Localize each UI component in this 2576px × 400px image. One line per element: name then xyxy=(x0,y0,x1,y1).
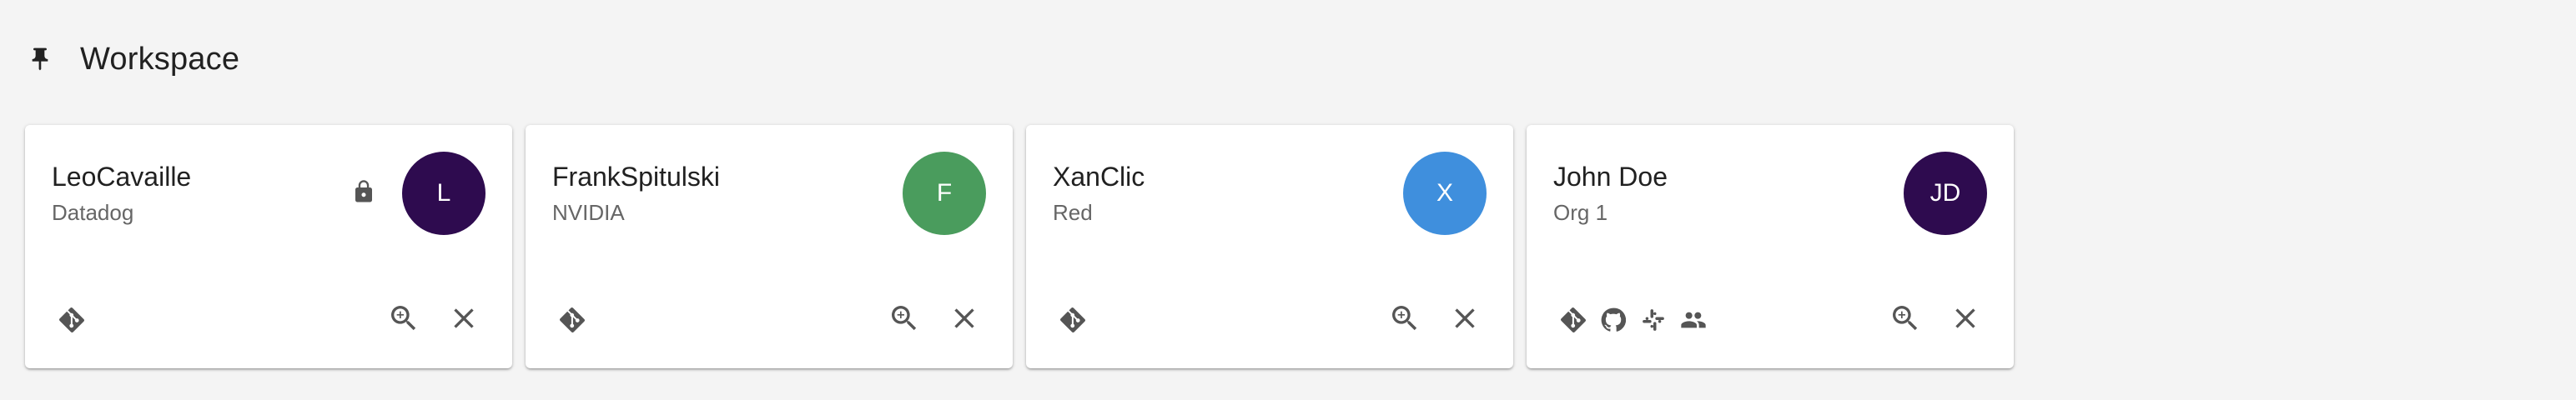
avatar: L xyxy=(402,152,486,235)
workspace-card: XanClic Red X xyxy=(1026,125,1513,368)
zoom-in-button[interactable] xyxy=(1386,300,1423,337)
workspace-card: John Doe Org 1 JD xyxy=(1527,125,2014,368)
card-actions xyxy=(1386,300,1483,337)
people-icon xyxy=(1680,307,1707,333)
card-name: XanClic xyxy=(1053,162,1145,192)
avatar: JD xyxy=(1904,152,1987,235)
close-button[interactable] xyxy=(1446,300,1483,337)
integration-icons xyxy=(58,307,85,333)
integration-icons xyxy=(1560,307,1707,333)
lock-icon xyxy=(350,178,377,205)
card-org: Org 1 xyxy=(1553,200,1608,225)
card-actions xyxy=(1887,300,1984,337)
avatar: X xyxy=(1403,152,1487,235)
close-button[interactable] xyxy=(946,300,983,337)
workspace-page: Workspace LeoCavaille Datadog L FrankSpi… xyxy=(0,0,2576,400)
git-icon xyxy=(559,307,586,333)
card-actions xyxy=(385,300,482,337)
zoom-in-button[interactable] xyxy=(385,300,422,337)
card-name: LeoCavaille xyxy=(52,162,192,192)
avatar: F xyxy=(903,152,986,235)
header: Workspace xyxy=(25,32,239,87)
avatar-initials: F xyxy=(936,179,953,207)
zoom-in-button[interactable] xyxy=(1887,300,1924,337)
integration-icons xyxy=(1059,307,1086,333)
zoom-in-button[interactable] xyxy=(886,300,923,337)
card-org: NVIDIA xyxy=(552,200,625,225)
card-org: Red xyxy=(1053,200,1093,225)
close-button[interactable] xyxy=(1947,300,1984,337)
workspace-card: LeoCavaille Datadog L xyxy=(25,125,512,368)
card-org: Datadog xyxy=(52,200,134,225)
integration-icons xyxy=(559,307,586,333)
card-name: John Doe xyxy=(1553,162,1668,192)
close-button[interactable] xyxy=(445,300,482,337)
card-name: FrankSpitulski xyxy=(552,162,720,192)
slack-icon xyxy=(1640,307,1667,333)
page-title: Workspace xyxy=(80,41,240,77)
avatar-initials: L xyxy=(436,179,451,207)
github-icon xyxy=(1600,307,1627,333)
git-icon xyxy=(1059,307,1086,333)
avatar-initials: JD xyxy=(1929,179,1961,207)
card-list: LeoCavaille Datadog L FrankSpitulski NVI… xyxy=(25,125,2014,368)
workspace-card: FrankSpitulski NVIDIA F xyxy=(526,125,1013,368)
card-actions xyxy=(886,300,983,337)
avatar-initials: X xyxy=(1436,179,1453,207)
pin-icon xyxy=(25,41,55,78)
git-icon xyxy=(58,307,85,333)
git-icon xyxy=(1560,307,1587,333)
